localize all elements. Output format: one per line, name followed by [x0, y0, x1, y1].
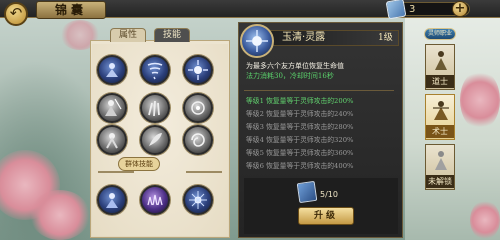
skill-stats: 法力消耗30，冷却时间16秒	[246, 72, 334, 80]
skill-icon-5[interactable]	[140, 93, 170, 123]
class-panel-header: 灵师职业	[424, 28, 456, 40]
level-line: 等级4 恢复量等于灵师攻击的320%	[246, 136, 354, 144]
star-burst-icon	[189, 191, 207, 209]
burst-icon	[188, 60, 208, 80]
skill-book-icon	[296, 180, 318, 204]
skill-icon-4[interactable]	[97, 93, 127, 123]
swirl-icon	[191, 133, 205, 147]
skill-icon-12[interactable]	[183, 185, 213, 215]
healing-dew-icon	[246, 30, 268, 52]
sage-icon	[106, 193, 118, 208]
feather-icon	[149, 133, 162, 146]
tab-attributes[interactable]: 属性	[110, 28, 146, 42]
skill-icon-10[interactable]	[97, 185, 127, 215]
selected-skill-icon	[240, 24, 274, 58]
back-arrow-icon: ↶	[9, 4, 23, 22]
level-line: 等级3 恢复量等于灵师攻击的280%	[246, 123, 354, 131]
skill-icon-8[interactable]	[140, 125, 170, 155]
currency-value: 3	[409, 4, 416, 15]
background-blossom	[30, 190, 90, 240]
taoist-icon	[435, 51, 447, 70]
page-title: 锦囊	[36, 1, 106, 19]
locked-figure-icon	[435, 151, 447, 170]
swordsman-icon	[105, 98, 122, 116]
background-blossom	[470, 200, 500, 240]
skill-icon-1[interactable]	[97, 55, 127, 85]
orb-icon	[191, 101, 205, 115]
level-line: 等级6 恢复量等于灵师攻击的400%	[246, 162, 354, 170]
spirits-icon	[147, 194, 163, 206]
tornado-icon	[147, 62, 163, 80]
skill-level: 1级	[378, 33, 393, 43]
class-label: 未解锁	[426, 175, 454, 188]
upgrade-area	[244, 178, 398, 234]
level-line: 等级5 恢复量等于灵师攻击的360%	[246, 149, 354, 157]
skill-icon-6[interactable]	[183, 93, 213, 123]
skill-icon-3[interactable]	[183, 55, 213, 85]
section-divider	[98, 167, 222, 177]
skill-book-icon	[385, 0, 407, 20]
background-blossom	[460, 70, 500, 130]
claw-icon	[148, 100, 160, 117]
divider	[244, 90, 394, 91]
class-label: 术士	[426, 125, 454, 138]
skill-icon-9[interactable]	[183, 125, 213, 155]
class-tab-sorcerer[interactable]: 术士	[425, 94, 455, 140]
skill-icon-7[interactable]	[97, 125, 127, 155]
class-label: 道士	[426, 75, 454, 88]
section-label: 群体技能	[118, 157, 160, 171]
level-line: 等级2 恢复量等于灵师攻击的240%	[246, 110, 354, 118]
skill-name: 玉清·灵露	[282, 32, 326, 43]
figure-icon	[106, 63, 118, 77]
skill-icon-11[interactable]	[140, 185, 170, 215]
add-currency-button[interactable]: +	[452, 1, 468, 17]
back-button[interactable]: ↶	[4, 2, 28, 26]
skill-description: 为最多六个友方单位恢复生命值	[246, 62, 344, 70]
level-line: 等级1 恢复量等于灵师攻击的200%	[246, 97, 354, 105]
class-tab-locked[interactable]: 未解锁	[425, 144, 455, 190]
plus-icon: +	[454, 1, 466, 16]
tab-skills[interactable]: 技能	[154, 28, 190, 42]
warrior-icon	[106, 133, 118, 149]
sorcerer-icon	[433, 101, 449, 120]
upgrade-button[interactable]: 升级	[298, 207, 354, 225]
class-tab-taoist[interactable]: 道士	[425, 44, 455, 90]
book-count: 5/10	[320, 190, 338, 199]
skill-icon-2[interactable]	[140, 55, 170, 85]
